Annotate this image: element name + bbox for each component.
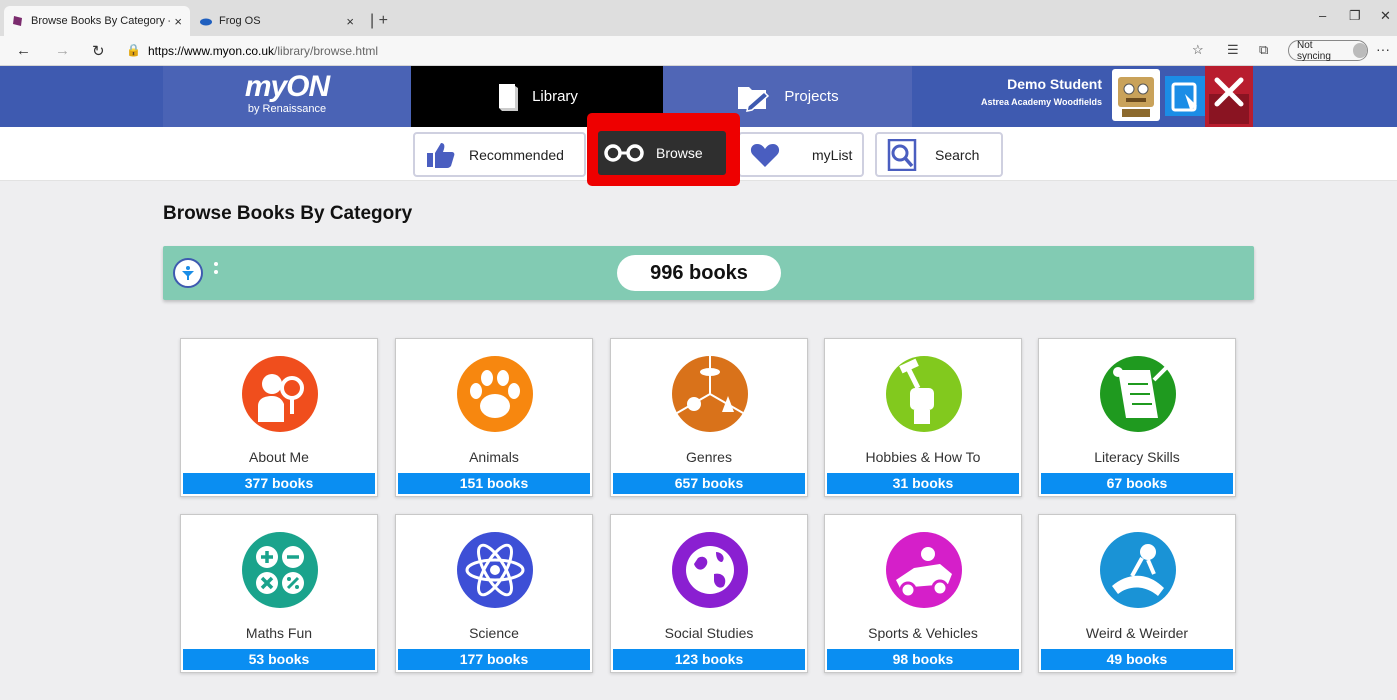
- folder-pencil-icon: [738, 86, 770, 112]
- refresh-icon[interactable]: ↻: [92, 42, 105, 60]
- logout-button[interactable]: [1205, 66, 1253, 127]
- logout-icon: [1209, 77, 1249, 124]
- category-card-social-studies[interactable]: Social Studies 123 books: [610, 514, 808, 673]
- search-icon: [887, 138, 917, 171]
- browser-tabstrip: Browse Books By Category - myO × Frog OS…: [0, 0, 1397, 36]
- filter-button[interactable]: [173, 258, 203, 288]
- weird-creature-icon: [1100, 532, 1176, 608]
- filter-bar: 996 books: [163, 246, 1254, 300]
- page-title: Browse Books By Category: [163, 203, 413, 224]
- robot-avatar-icon: [1118, 77, 1154, 117]
- genres-collage-icon: [672, 356, 748, 432]
- category-card-science[interactable]: Science 177 books: [395, 514, 593, 673]
- user-avatar[interactable]: [1112, 69, 1160, 121]
- url-field[interactable]: https://www.myon.co.uk/library/browse.ht…: [148, 44, 378, 58]
- tab-title: Frog OS: [219, 15, 261, 27]
- atom-icon: [457, 532, 533, 608]
- browser-tab-frog[interactable]: Frog OS ×: [192, 6, 362, 36]
- person-magnifier-icon: [242, 356, 318, 432]
- total-books-count: 996 books: [617, 255, 781, 291]
- recommended-button[interactable]: Recommended: [413, 132, 586, 177]
- paw-print-icon: [457, 356, 533, 432]
- address-bar: ← → ↻ 🔒 https://www.myon.co.uk/library/b…: [0, 36, 1397, 66]
- browser-tab-active[interactable]: Browse Books By Category - myO ×: [4, 6, 190, 36]
- favorite-star-icon[interactable]: ☆: [1192, 42, 1204, 58]
- favorites-list-icon[interactable]: ☰: [1227, 42, 1239, 58]
- collections-icon[interactable]: ⧉: [1259, 42, 1268, 58]
- scroll-quill-icon: [1100, 356, 1176, 432]
- category-card-sports[interactable]: Sports & Vehicles 98 books: [824, 514, 1022, 673]
- lock-icon: 🔒: [126, 43, 141, 57]
- frog-favicon-icon: [200, 18, 212, 26]
- forward-icon[interactable]: →: [55, 42, 70, 59]
- globe-icon: [672, 532, 748, 608]
- profile-avatar: [1352, 43, 1367, 58]
- tab-close-icon[interactable]: ×: [174, 14, 182, 29]
- myon-logo[interactable]: myON by Renaissance: [163, 66, 411, 127]
- filter-options-icon[interactable]: [214, 262, 219, 278]
- tab-close-icon[interactable]: ×: [346, 14, 354, 29]
- restore-icon[interactable]: ❐: [1349, 8, 1361, 24]
- myon-favicon-icon: [13, 16, 22, 26]
- tab-title: Browse Books By Category - myO: [31, 15, 170, 27]
- more-menu-icon[interactable]: ···: [1376, 41, 1390, 57]
- heart-icon: [750, 143, 780, 167]
- category-card-about-me[interactable]: About Me 377 books: [180, 338, 378, 497]
- search-button[interactable]: Search: [875, 132, 1003, 177]
- book-icon: [499, 83, 519, 111]
- thumbs-up-icon: [427, 142, 455, 168]
- category-card-maths[interactable]: Maths Fun 53 books: [180, 514, 378, 673]
- minimize-icon[interactable]: –: [1319, 8, 1326, 23]
- browse-button[interactable]: Browse: [598, 131, 726, 175]
- mylist-button[interactable]: myList: [738, 132, 864, 177]
- sync-button[interactable]: Not syncing: [1288, 40, 1368, 62]
- window-close-icon[interactable]: ✕: [1380, 8, 1391, 24]
- category-card-animals[interactable]: Animals 151 books: [395, 338, 593, 497]
- math-symbols-icon: [242, 532, 318, 608]
- fist-hammer-icon: [886, 356, 962, 432]
- glasses-icon: [604, 144, 644, 162]
- category-card-weird[interactable]: Weird & Weirder 49 books: [1038, 514, 1236, 673]
- category-card-hobbies[interactable]: Hobbies & How To 31 books: [824, 338, 1022, 497]
- back-icon[interactable]: ←: [16, 42, 31, 59]
- filter-icon: [182, 266, 194, 280]
- category-card-genres[interactable]: Genres 657 books: [610, 338, 808, 497]
- category-card-literacy[interactable]: Literacy Skills 67 books: [1038, 338, 1236, 497]
- new-tab-icon[interactable]: | +: [370, 12, 388, 30]
- tablet-touch-icon[interactable]: [1165, 76, 1205, 116]
- race-car-icon: [886, 532, 962, 608]
